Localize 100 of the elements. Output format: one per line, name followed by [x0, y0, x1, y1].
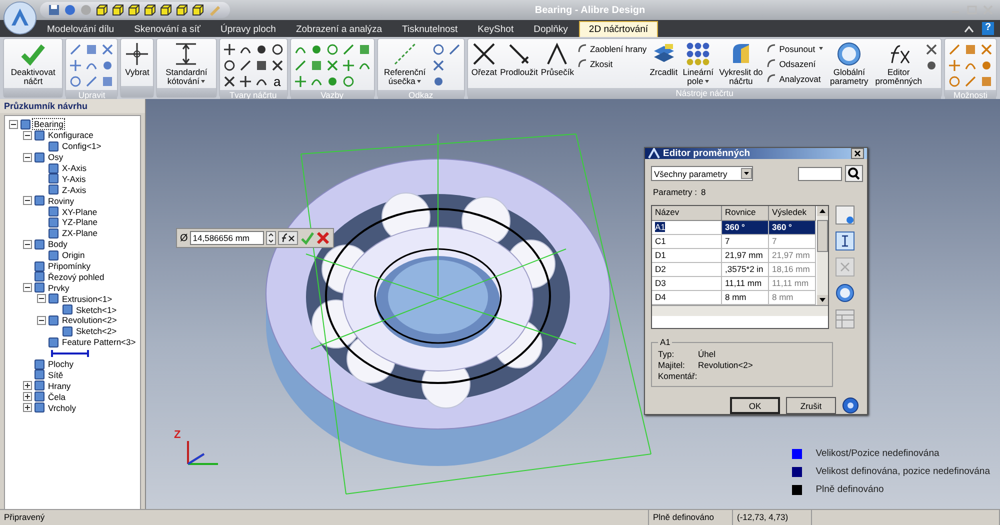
tree-item[interactable]: Sítě	[47, 370, 64, 380]
ribbon-button[interactable]: Vykreslit do náčrtu	[718, 41, 764, 86]
tree-item[interactable]: Extrusion<1>	[61, 294, 114, 304]
dot-icon[interactable]	[310, 43, 323, 56]
table-row[interactable]: A1 360 ° 360 °	[652, 221, 817, 235]
plus-icon[interactable]	[238, 75, 252, 88]
rollback-bar-icon[interactable]	[51, 348, 89, 358]
plus-icon[interactable]	[222, 43, 236, 56]
dimension-field[interactable]: 14,586656 mm	[190, 231, 264, 245]
3d-viewport[interactable]	[146, 99, 1000, 509]
ribbon-button[interactable]: Zkosit	[576, 58, 647, 69]
ribbon-tab[interactable]: Úpravy ploch	[212, 22, 285, 37]
ribbon-tab[interactable]: Zobrazení a analýza	[286, 22, 392, 37]
tree-item[interactable]: Konfigurace	[47, 130, 94, 140]
ribbon-button[interactable]: Průsečík	[540, 41, 574, 77]
collapse-icon[interactable]	[9, 120, 18, 129]
tree-item[interactable]: Bearing	[33, 119, 64, 130]
ribbon-button[interactable]: Zaoblení hrany	[576, 43, 647, 54]
tree-item[interactable]: Sketch<1>	[75, 304, 118, 315]
tree-item[interactable]: Připomínky	[47, 261, 92, 272]
ribbon-button[interactable]: Deaktivovat náčrt	[7, 41, 60, 86]
text-tool-button[interactable]: a	[270, 75, 284, 88]
cross-icon[interactable]	[270, 59, 284, 72]
circle-icon[interactable]	[222, 59, 236, 72]
table-row[interactable]: D3 11,11 mm 11,11 mm	[652, 277, 817, 291]
tree-item[interactable]: Plochy	[47, 359, 75, 370]
filter-dropdown[interactable]: Všechny parametry	[651, 166, 753, 181]
tree-item[interactable]: Feature Pattern<3>	[61, 337, 137, 348]
cube-icon[interactable]	[192, 4, 204, 16]
tree-item[interactable]: Config<1>	[61, 141, 102, 152]
table-row[interactable]: D2 ,3575*2 in 18,16 mm	[652, 263, 817, 277]
tree-item[interactable]: Prvky	[47, 282, 70, 293]
tree-item[interactable]: Roviny	[47, 196, 75, 206]
ribbon-button[interactable]: Lineární pole	[680, 41, 716, 86]
ribbon-button[interactable]: Vybrat	[124, 41, 150, 77]
dot-icon[interactable]	[101, 59, 114, 72]
dot-icon[interactable]	[980, 59, 993, 72]
square-icon[interactable]	[254, 59, 268, 72]
collapse-icon[interactable]	[23, 130, 32, 140]
ribbon-tab[interactable]: KeyShot	[468, 22, 523, 37]
ribbon-button[interactable]: Editor proměnných	[875, 41, 922, 86]
cube-icon[interactable]	[128, 4, 140, 16]
vertical-scrollbar[interactable]	[817, 206, 828, 305]
tree-item[interactable]: YZ-Plane	[61, 217, 98, 228]
ribbon-button[interactable]: Odsazení	[766, 58, 824, 69]
ribbon-tab[interactable]: Skenování a síť	[125, 22, 210, 37]
horizontal-scrollbar[interactable]	[652, 305, 828, 316]
spinner-icon[interactable]	[266, 231, 276, 245]
tree-item[interactable]: ZX-Plane	[61, 228, 98, 238]
tree-item[interactable]: Origin	[61, 250, 86, 260]
collapse-icon[interactable]	[37, 294, 46, 304]
help-button[interactable]: ?	[982, 22, 994, 35]
tree-item[interactable]: XY-Plane	[61, 206, 98, 217]
dot-icon[interactable]	[925, 59, 938, 72]
tree-item[interactable]: Řezový pohled	[47, 272, 106, 282]
expand-icon[interactable]	[23, 381, 32, 390]
search-icon[interactable]	[845, 165, 863, 182]
tree-item[interactable]: X-Axis	[61, 163, 88, 173]
cube-icon[interactable]	[160, 4, 172, 16]
ribbon-button[interactable]: Prodloužit	[500, 41, 538, 77]
tree-item[interactable]: Vrcholy	[47, 402, 78, 413]
ribbon-button[interactable]: Zrcadlit	[650, 41, 678, 77]
line-icon[interactable]	[238, 59, 252, 72]
tree-item[interactable]: Hrany	[47, 380, 72, 391]
cube-icon[interactable]	[144, 4, 156, 16]
function-icon[interactable]	[835, 283, 855, 303]
collapse-icon[interactable]	[23, 240, 32, 249]
cube-icon[interactable]	[112, 4, 124, 16]
column-header[interactable]: Výsledek	[769, 206, 816, 221]
close-icon[interactable]	[316, 231, 330, 245]
text-cursor-icon[interactable]	[835, 231, 855, 251]
ribbon-button[interactable]: Posunout	[766, 43, 824, 54]
function-icon[interactable]	[278, 231, 298, 245]
circle-icon[interactable]	[270, 43, 284, 56]
help-icon[interactable]	[842, 397, 859, 414]
tree-item[interactable]: Z-Axis	[61, 184, 88, 195]
dialog-button[interactable]: Zrušit	[786, 397, 836, 414]
globe-icon[interactable]	[64, 4, 76, 16]
add-function-icon[interactable]	[835, 205, 855, 225]
collapse-icon[interactable]	[23, 152, 32, 162]
collapse-icon[interactable]	[23, 283, 32, 292]
ribbon-button[interactable]: Referenční úsečka	[380, 41, 430, 86]
cube-icon[interactable]	[96, 4, 108, 16]
cross-icon[interactable]	[222, 75, 236, 88]
tree-item[interactable]: Sketch<2>	[75, 326, 118, 336]
tree-item[interactable]: Čela	[47, 392, 66, 402]
cross-icon[interactable]	[925, 43, 938, 56]
ribbon-tab[interactable]: 2D náčrtování	[578, 21, 658, 37]
dot-icon[interactable]	[254, 43, 268, 56]
column-header[interactable]: Název	[652, 206, 722, 221]
tree-item[interactable]: Y-Axis	[61, 174, 87, 184]
scroll-up-icon[interactable]	[817, 206, 828, 216]
collapse-ribbon-icon[interactable]	[964, 25, 974, 33]
tree-item[interactable]: Body	[47, 239, 68, 250]
dot-icon[interactable]	[432, 75, 446, 88]
ribbon-button[interactable]: Ořezat	[471, 41, 498, 77]
dot-icon[interactable]	[326, 75, 339, 88]
dialog-button[interactable]: OK	[730, 397, 780, 414]
ribbon-button[interactable]: Standardní kótování	[160, 41, 213, 86]
ribbon-tab[interactable]: Modelování dílu	[38, 22, 124, 37]
